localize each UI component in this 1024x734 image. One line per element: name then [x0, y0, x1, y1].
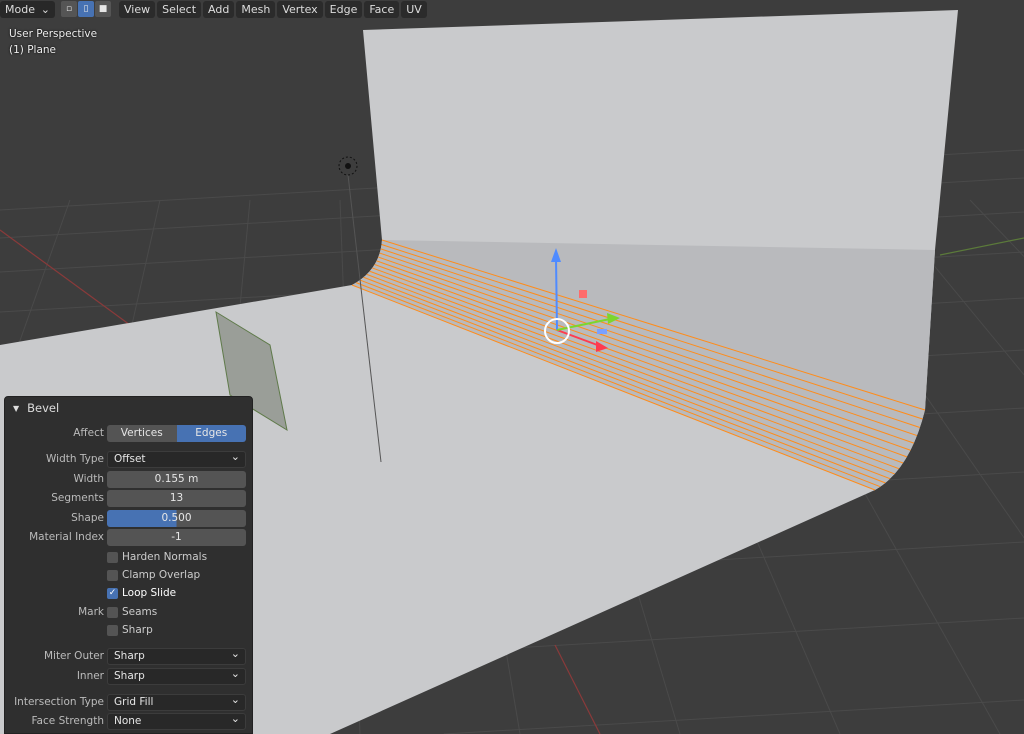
affect-edges-button[interactable]: Edges [176, 425, 246, 442]
harden-normals-checkbox[interactable]: Harden Normals [107, 551, 207, 563]
x-axis-line [554, 644, 601, 734]
menu-view[interactable]: View [119, 0, 156, 18]
menu-vertex[interactable]: Vertex [277, 0, 323, 18]
plane-handle [579, 290, 587, 298]
checkbox-label: Seams [122, 606, 158, 618]
segments-label: Segments [51, 492, 104, 504]
checkbox-label: Clamp Overlap [122, 569, 201, 581]
miter-outer-label: Miter Outer [43, 650, 104, 662]
grid-line [443, 699, 1024, 734]
miter-inner-label: Inner [76, 670, 104, 682]
miter-outer-dropdown[interactable]: Sharp [107, 646, 246, 665]
width-type-dropdown[interactable]: Offset [107, 449, 246, 468]
header-toolbar: Mode ⌄ ▫ ▯ ■ View Select Add Mesh Vertex … [0, 0, 427, 18]
miter-inner-dropdown[interactable]: Sharp [107, 666, 246, 685]
panel-title: Bevel [27, 401, 60, 415]
segments-field[interactable]: 13 [107, 490, 246, 507]
checkbox-label: Sharp [122, 624, 153, 636]
menu-add[interactable]: Add [203, 0, 235, 18]
bevel-operator-panel: ▼ Bevel Affect Vertices Edges Width Type Of… [4, 396, 253, 734]
menu-mesh[interactable]: Mesh [236, 0, 276, 18]
mark-label: Mark [78, 606, 104, 618]
material-index-label: Material Index [29, 531, 104, 543]
chevron-down-icon: ⌄ [40, 2, 50, 16]
vertex-select-icon[interactable]: ▫ [61, 1, 77, 17]
material-index-field[interactable]: -1 [107, 529, 246, 546]
select-mode-group: ▫ ▯ ■ [61, 1, 111, 17]
menu-edge[interactable]: Edge [324, 0, 363, 18]
menu-select[interactable]: Select [157, 0, 202, 18]
face-strength-label: Face Strength [31, 715, 104, 727]
checkmark-icon: ✓ [107, 587, 118, 599]
face-select-icon[interactable]: ■ [95, 1, 111, 17]
affect-toggle: Vertices Edges [107, 425, 246, 442]
view-name: User Perspective [9, 28, 98, 40]
intersection-type-dropdown[interactable]: Grid Fill [107, 692, 246, 711]
intersection-type-label: Intersection Type [14, 696, 104, 708]
face-strength-dropdown[interactable]: None [107, 711, 246, 730]
grid-line [969, 199, 1024, 257]
mode-label: Mode [5, 2, 35, 16]
width-label: Width [73, 473, 104, 485]
mode-dropdown[interactable]: Mode ⌄ [0, 0, 55, 18]
plane-handle [597, 329, 607, 334]
affect-label: Affect [73, 427, 104, 439]
mark-seams-checkbox[interactable]: Seams [107, 606, 157, 618]
panel-header[interactable]: ▼ Bevel [5, 397, 252, 419]
menu-uv[interactable]: UV [401, 0, 427, 18]
width-type-label: Width Type [46, 453, 104, 465]
checkbox-label: Harden Normals [122, 551, 208, 563]
shape-label: Shape [71, 512, 104, 524]
loop-slide-checkbox[interactable]: ✓ Loop Slide [107, 587, 176, 599]
shape-slider[interactable]: 0.500 [107, 510, 246, 527]
width-field[interactable]: 0.155 m [107, 471, 246, 488]
menu-face[interactable]: Face [364, 0, 400, 18]
mark-sharp-checkbox[interactable]: Sharp [107, 624, 153, 636]
object-name: (1) Plane [9, 44, 57, 56]
checkbox-label: Loop Slide [122, 587, 177, 599]
edge-select-icon[interactable]: ▯ [78, 1, 94, 17]
clamp-overlap-checkbox[interactable]: Clamp Overlap [107, 569, 200, 581]
affect-vertices-button[interactable]: Vertices [107, 425, 177, 442]
light-icon-center [345, 163, 351, 169]
collapse-triangle-icon: ▼ [13, 403, 20, 413]
